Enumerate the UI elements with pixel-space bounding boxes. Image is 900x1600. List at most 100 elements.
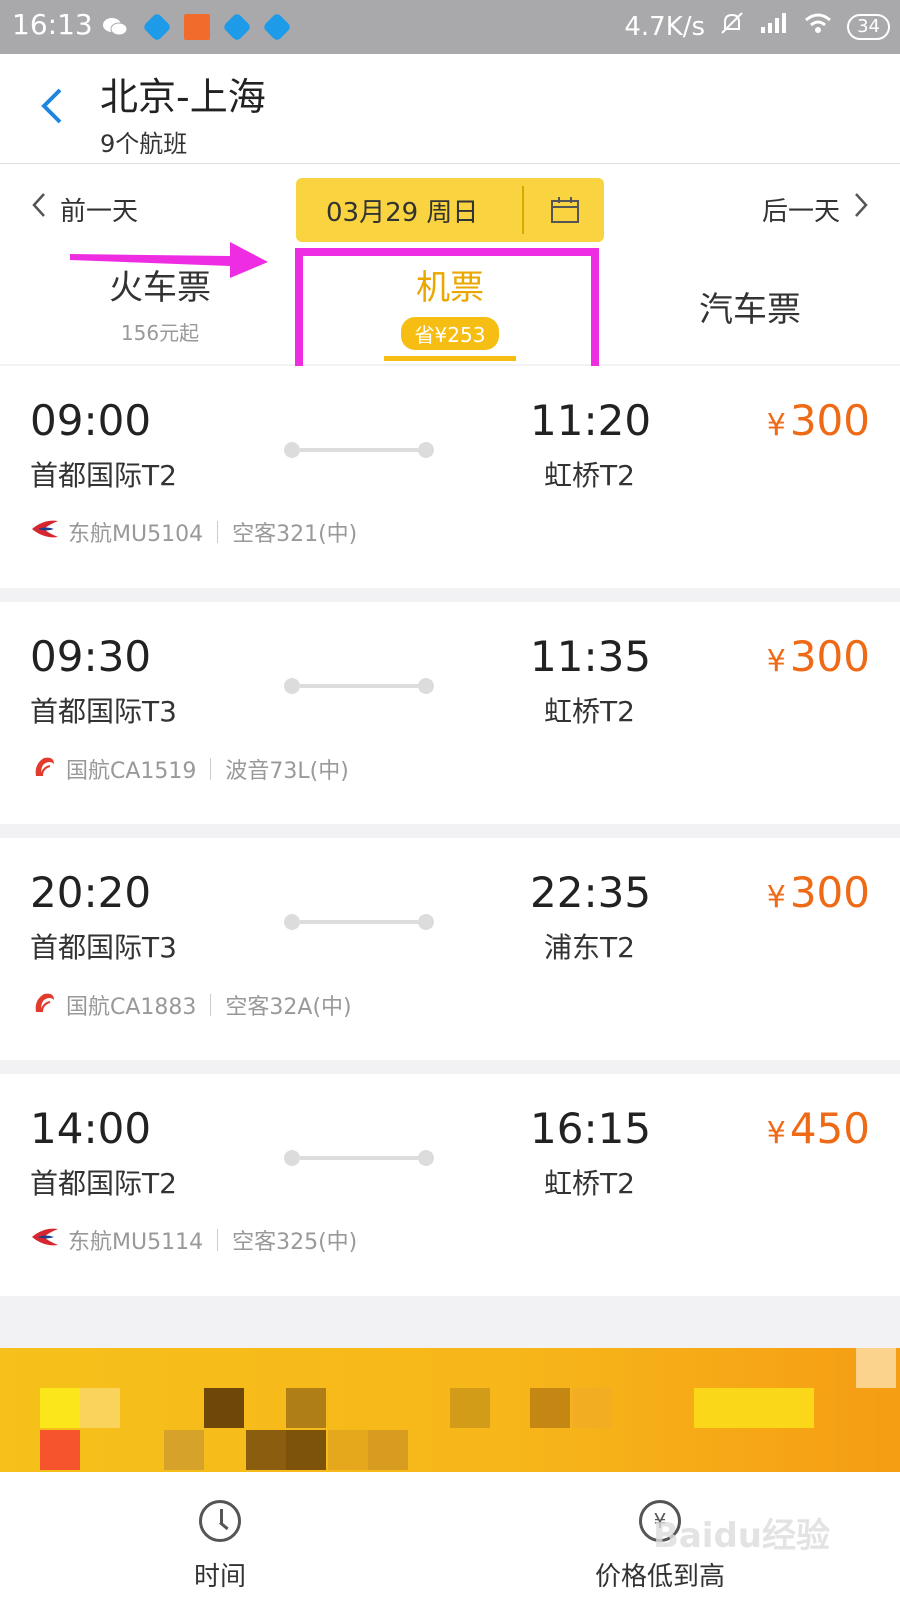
flight-card[interactable]: 09:00 首都国际T2 11:20 虹桥T2 ¥300 东航MU5104 空客… (0, 366, 900, 588)
flight-card[interactable]: 20:20 首都国际T3 22:35 浦东T2 ¥300 国航CA1883 空客… (0, 838, 900, 1060)
tab-flight-tickets[interactable]: 机票 省¥253 (300, 260, 600, 361)
mi-icon (184, 14, 210, 40)
airline-divider (210, 758, 212, 780)
china-eastern-logo-icon (30, 517, 60, 547)
air-china-logo-icon (30, 752, 58, 786)
ticket-price: ¥300 (767, 396, 870, 445)
arrival-time: 16:15 (530, 1104, 652, 1153)
price-value: 300 (789, 868, 870, 917)
sort-by-time-button[interactable]: 时间 (140, 1500, 300, 1593)
tab-train-tickets[interactable]: 火车票 156元起 (80, 260, 240, 346)
departure-time: 14:00 (30, 1104, 152, 1153)
flight-card[interactable]: 09:30 首都国际T3 11:35 虹桥T2 ¥300 国航CA1519 波音… (0, 602, 900, 824)
price-value: 300 (789, 632, 870, 681)
banner-pixel (286, 1430, 326, 1470)
ticket-price: ¥450 (767, 1104, 870, 1153)
arrival-time: 11:35 (530, 632, 652, 681)
banner-pixel (368, 1430, 408, 1470)
arrival-airport: 浦东T2 (544, 931, 635, 964)
arrival-time: 22:35 (530, 868, 652, 917)
currency-symbol: ¥ (766, 408, 786, 443)
tab-train-price: 156元起 (120, 321, 200, 345)
flight-number: 国航CA1519 (66, 759, 197, 784)
banner-pixel (40, 1430, 80, 1470)
date-divider (522, 186, 524, 234)
currency-symbol: ¥ (766, 644, 786, 679)
flight-number: 东航MU5114 (68, 1230, 204, 1255)
tab-flight-label: 机票 (416, 268, 484, 308)
banner-pixel (328, 1430, 368, 1470)
banner-pixel (164, 1430, 204, 1470)
chevron-right-icon (852, 190, 870, 228)
aircraft-type: 空客321(中) (232, 522, 358, 547)
airline-info: 东航MU5114 空客325(中) (30, 1224, 357, 1256)
banner-pixel (856, 1348, 896, 1388)
savings-badge: 省¥253 (400, 317, 500, 350)
flight-card[interactable]: 14:00 首都国际T2 16:15 虹桥T2 ¥450 东航MU5114 空客… (0, 1074, 900, 1296)
status-right: 4.7K/s 34 (624, 10, 890, 43)
banner-pixel (204, 1388, 244, 1428)
aircraft-type: 波音73L(中) (225, 759, 349, 784)
signal-icon (759, 11, 789, 42)
sort-by-price-label: 价格低到高 (594, 1562, 725, 1592)
china-eastern-logo-icon (30, 1225, 60, 1255)
airline-info: 国航CA1519 波音73L(中) (30, 752, 349, 786)
departure-airport: 首都国际T2 (30, 1167, 177, 1200)
wechat-icon (102, 14, 128, 40)
app-notification-icon (142, 12, 172, 42)
banner-pixel (694, 1388, 814, 1428)
battery-indicator: 34 (847, 13, 890, 40)
promo-banner[interactable] (0, 1348, 900, 1472)
banner-pixel (572, 1388, 612, 1428)
banner-pixel (80, 1388, 120, 1428)
aircraft-type: 空客32A(中) (225, 995, 352, 1020)
wifi-icon (803, 11, 833, 42)
route-line-icon (284, 676, 434, 696)
yen-icon: ¥ (639, 1500, 681, 1542)
route-line-icon (284, 440, 434, 460)
banner-pixel (40, 1388, 80, 1428)
arrival-time: 11:20 (530, 396, 652, 445)
back-arrow-icon[interactable] (36, 84, 66, 128)
clock-icon (199, 1500, 241, 1542)
flight-count: 9个航班 (100, 130, 188, 158)
date-selector[interactable]: 03月29 周日 (296, 178, 604, 242)
departure-airport: 首都国际T3 (30, 931, 177, 964)
arrival-airport: 虹桥T2 (544, 459, 635, 492)
next-day-button[interactable]: 后一天 (762, 190, 870, 228)
airline-info: 东航MU5104 空客321(中) (30, 516, 357, 548)
route-line-icon (284, 1148, 434, 1168)
banner-pixel (246, 1430, 286, 1470)
sort-by-price-button[interactable]: ¥ 价格低到高 (580, 1500, 740, 1593)
departure-airport: 首都国际T2 (30, 459, 177, 492)
network-speed: 4.7K/s (624, 11, 706, 42)
currency-symbol: ¥ (766, 1116, 786, 1151)
prev-day-button[interactable]: 前一天 (30, 190, 138, 228)
ticket-price: ¥300 (767, 868, 870, 917)
arrival-airport: 虹桥T2 (544, 695, 635, 728)
tab-train-label: 火车票 (109, 268, 211, 308)
status-time: 16:13 (12, 8, 93, 41)
tab-bus-label: 汽车票 (699, 290, 801, 330)
departure-time: 09:00 (30, 396, 152, 445)
chevron-left-icon (30, 190, 48, 228)
date-navigation: 前一天 03月29 周日 后一天 火车票 156元起 机票 省¥253 汽车票 (0, 164, 900, 364)
aircraft-type: 空客325(中) (232, 1230, 358, 1255)
flight-number: 国航CA1883 (66, 995, 197, 1020)
calendar-icon[interactable] (550, 196, 580, 224)
banner-pixel (286, 1388, 326, 1428)
app-notification-icon (262, 12, 292, 42)
next-day-label: 后一天 (761, 196, 840, 227)
banner-pixel (530, 1388, 570, 1428)
bottom-toolbar: 时间 ¥ 价格低到高 (0, 1472, 900, 1600)
status-bar: 16:13 4.7K/s 34 (0, 0, 900, 54)
banner-pixel (450, 1388, 490, 1428)
ticket-price: ¥300 (767, 632, 870, 681)
departure-time: 20:20 (30, 868, 152, 917)
arrival-airport: 虹桥T2 (544, 1167, 635, 1200)
currency-symbol: ¥ (766, 880, 786, 915)
airline-divider (210, 994, 212, 1016)
tab-bus-tickets[interactable]: 汽车票 (660, 282, 840, 331)
airline-info: 国航CA1883 空客32A(中) (30, 988, 352, 1022)
sort-by-time-label: 时间 (193, 1562, 246, 1592)
